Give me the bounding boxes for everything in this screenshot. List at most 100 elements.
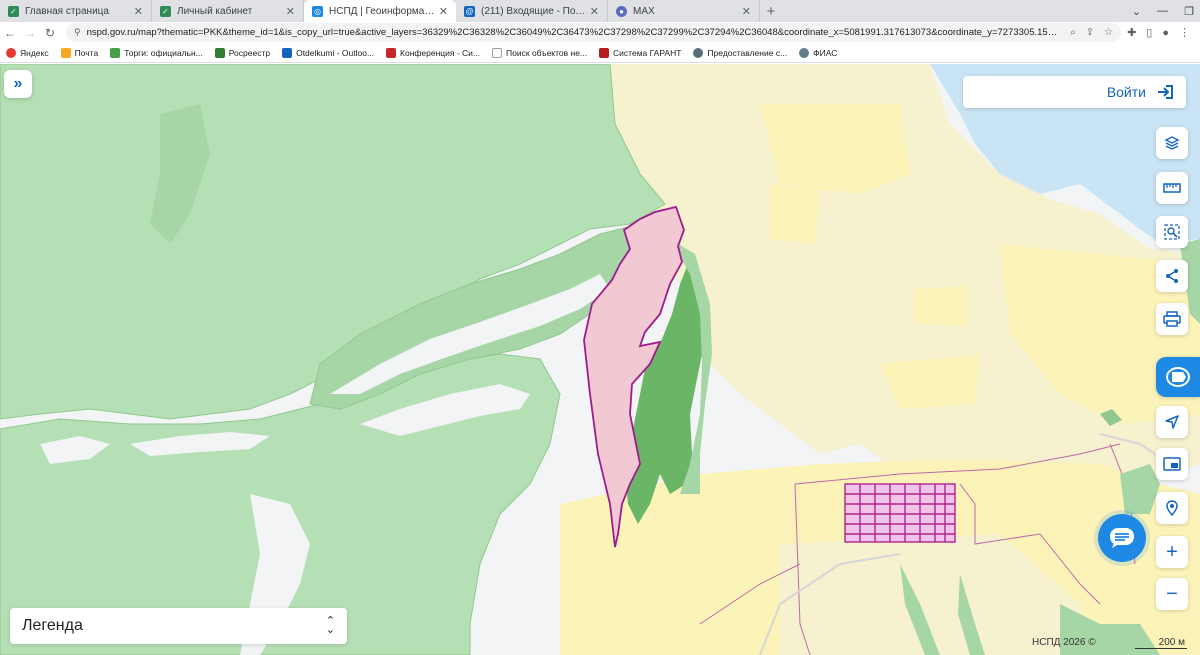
tab-nspd[interactable]: ◎ НСПД | Геоинформационный п ✕ <box>304 0 456 22</box>
mail-icon <box>60 47 71 58</box>
bookmarks-bar: Яндекс Почта Торги: официальн... Росреес… <box>0 43 1200 63</box>
back-icon[interactable]: ← <box>0 26 20 40</box>
minimize-icon[interactable]: — <box>1157 5 1168 17</box>
tab-title: MAX <box>633 5 655 17</box>
minus-icon: − <box>1166 583 1178 605</box>
login-icon <box>1158 85 1173 99</box>
site-info-icon[interactable]: ⚲ <box>74 27 81 38</box>
navigate-button[interactable] <box>1156 406 1188 438</box>
expand-panel-button[interactable]: » <box>4 70 32 98</box>
location-button[interactable] <box>1156 492 1188 524</box>
tab-title: НСПД | Геоинформационный п <box>329 5 435 17</box>
conference-icon <box>386 47 397 58</box>
forward-icon[interactable]: → <box>20 26 40 40</box>
bookmark-label: Система ГАРАНТ <box>613 47 682 58</box>
chat-widget-button[interactable] <box>1098 514 1146 562</box>
max-favicon-icon: ● <box>616 5 627 17</box>
print-button[interactable] <box>1156 303 1188 335</box>
rosreestr-icon <box>214 47 225 58</box>
bookmark-fias[interactable]: ФИАС <box>799 47 838 58</box>
bookmark-label: Конференция - Си... <box>400 47 481 58</box>
farmland-area <box>915 286 968 326</box>
site-favicon-icon: ✓ <box>160 5 171 17</box>
plus-icon: + <box>1166 541 1178 563</box>
reload-icon[interactable]: ↻ <box>40 26 60 40</box>
close-tab-icon[interactable]: ✕ <box>134 5 143 18</box>
menu-icon[interactable]: ⋮ <box>1179 26 1190 39</box>
extensions-icon[interactable]: ✚ <box>1127 26 1136 39</box>
close-tab-icon[interactable]: ✕ <box>742 5 751 18</box>
browser-toolbar: ← → ↻ ⚲ nspd.gov.ru/map?thematic=PKK&the… <box>0 22 1200 43</box>
layers-icon <box>1164 136 1180 150</box>
share-icon <box>1166 269 1178 283</box>
tab-search-icon[interactable]: ⌄ <box>1132 5 1141 18</box>
tab-title: (211) Входящие - Почта Mail <box>481 5 586 17</box>
bookmark-label: Поиск объектов не... <box>506 47 588 58</box>
tab-personal-account[interactable]: ✓ Личный кабинет ✕ <box>152 0 304 22</box>
close-tab-icon[interactable]: ✕ <box>439 5 448 18</box>
bookmark-conference[interactable]: Конференция - Си... <box>386 47 481 58</box>
legend-panel[interactable]: Легенда ⌃ ⌄ <box>10 608 347 644</box>
browser-tab-strip: ✓ Главная страница ✕ ✓ Личный кабинет ✕ … <box>0 0 1200 22</box>
farmland-area <box>760 104 910 194</box>
bookmark-star-icon[interactable]: ☆ <box>1104 27 1113 38</box>
ruler-button[interactable] <box>1156 172 1188 204</box>
bookmark-label: Торги: официальн... <box>124 47 203 58</box>
double-chevron-right-icon: » <box>13 75 23 92</box>
tab-max[interactable]: ● MAX ✕ <box>608 0 760 22</box>
minimap-icon <box>1163 457 1181 471</box>
farmland-area <box>770 184 820 244</box>
garant-icon <box>599 47 610 58</box>
bookmark-garant[interactable]: Система ГАРАНТ <box>599 47 682 58</box>
folder-icon <box>492 47 503 58</box>
new-tab-button[interactable]: + <box>760 0 782 22</box>
map-background <box>0 64 1200 655</box>
bookmark-mail[interactable]: Почта <box>60 47 98 58</box>
map-attribution: НСПД 2026 © <box>1032 637 1096 648</box>
share-button[interactable] <box>1156 260 1188 292</box>
outlook-icon <box>282 47 293 58</box>
login-button[interactable]: Войти <box>963 76 1186 108</box>
bookmark-yandex[interactable]: Яндекс <box>6 47 49 58</box>
bookmark-label: Росреестр <box>228 47 271 58</box>
nspd-favicon-icon: ◎ <box>312 5 323 17</box>
mail-favicon-icon: @ <box>464 5 475 17</box>
tab-title: Главная страница <box>25 5 109 17</box>
picture-in-picture-button[interactable] <box>1156 448 1188 480</box>
bookmark-label: Предоставление с... <box>707 47 788 58</box>
zoom-in-button[interactable]: + <box>1156 536 1188 568</box>
bookmark-label: ФИАС <box>813 47 838 58</box>
share-icon[interactable]: ⇪ <box>1086 27 1094 38</box>
fias-icon <box>799 47 810 58</box>
tab-title: Личный кабинет <box>177 5 253 17</box>
profile-icon[interactable]: ● <box>1162 27 1169 39</box>
tab-mail[interactable]: @ (211) Входящие - Почта Mail ✕ <box>456 0 608 22</box>
address-bar[interactable]: ⚲ nspd.gov.ru/map?thematic=PKK&theme_id=… <box>66 23 1122 42</box>
close-tab-icon[interactable]: ✕ <box>286 5 295 18</box>
tab-main-page[interactable]: ✓ Главная страница ✕ <box>0 0 152 22</box>
url-text: nspd.gov.ru/map?thematic=PKK&theme_id=1&… <box>86 27 1061 38</box>
layers-button[interactable] <box>1156 127 1188 159</box>
scale-bar: 200 м <box>1135 637 1187 649</box>
chevron-up-down-icon: ⌃ ⌄ <box>325 615 335 636</box>
solar-grid <box>844 483 956 543</box>
chat-bubble-icon <box>1110 528 1134 548</box>
map-canvas[interactable]: » Войти + − Легенда ⌃ ⌄ НСПД 2026 © 200 … <box>0 64 1200 655</box>
bookmark-torgi[interactable]: Торги: официальн... <box>110 47 203 58</box>
zoom-out-button[interactable]: − <box>1156 578 1188 610</box>
area-search-button[interactable] <box>1156 216 1188 248</box>
torgi-icon <box>110 47 121 58</box>
bookmark-outlook[interactable]: Otdelkumi - Outloo... <box>282 47 374 58</box>
bookmark-services[interactable]: Предоставление с... <box>693 47 788 58</box>
bookmark-search-objects[interactable]: Поиск объектов не... <box>492 47 588 58</box>
restore-icon[interactable]: ❐ <box>1184 5 1194 18</box>
login-label: Войти <box>1106 84 1146 100</box>
side-panel-icon[interactable]: ▯ <box>1146 26 1152 39</box>
navigation-arrow-icon <box>1165 415 1179 429</box>
toolbar-icons: ✚ ▯ ● ⋮ <box>1127 26 1200 40</box>
zoom-icon[interactable]: ⌕ <box>1070 27 1076 38</box>
site-favicon-icon: ✓ <box>8 5 19 17</box>
bookmark-rosreestr[interactable]: Росреестр <box>214 47 271 58</box>
close-tab-icon[interactable]: ✕ <box>590 5 599 18</box>
nspd-service-button[interactable] <box>1156 357 1200 397</box>
